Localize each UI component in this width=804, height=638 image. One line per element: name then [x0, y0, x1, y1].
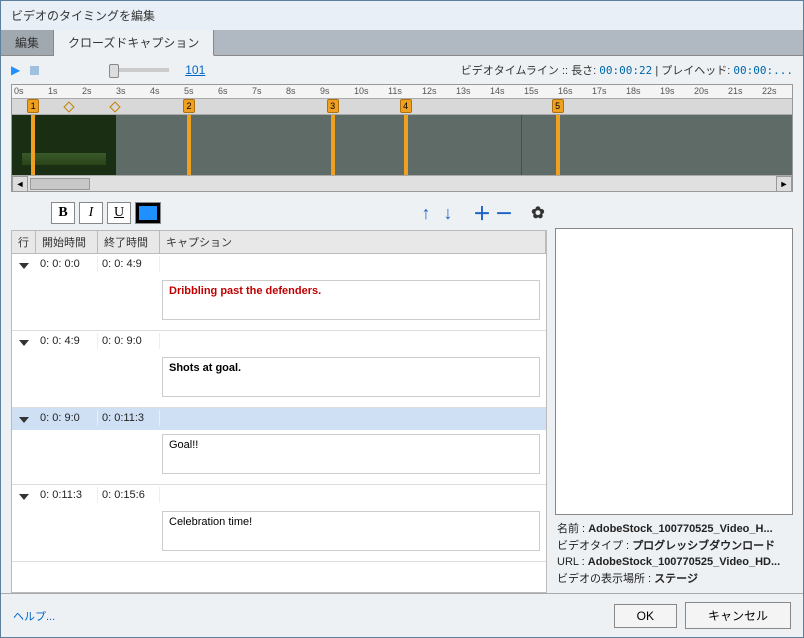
expand-icon[interactable] — [19, 263, 29, 269]
move-up-icon[interactable]: ↑ — [417, 204, 435, 222]
preview-panel — [555, 228, 793, 515]
table-row[interactable]: 0: 0: 0:00: 0: 4:9Dribbling past the def… — [12, 254, 546, 331]
cue-marker[interactable]: 2 — [183, 99, 195, 113]
stop-button[interactable] — [30, 66, 39, 75]
timeline-scrollbar[interactable]: ◄ ► — [12, 175, 792, 191]
table-row[interactable]: 0: 0:11:30: 0:15:6Celebration time! — [12, 485, 546, 562]
expand-icon[interactable] — [19, 494, 29, 500]
ok-button[interactable]: OK — [614, 604, 677, 628]
cue-marker[interactable]: 5 — [552, 99, 564, 113]
expand-icon[interactable] — [19, 340, 29, 346]
table-row[interactable]: 0: 0: 9:00: 0:11:3Goal!! — [12, 408, 546, 485]
timeline-info: ビデオタイムライン :: 長さ: 00:00:22 | プレイヘッド: 00:0… — [461, 62, 793, 78]
cue-marker[interactable]: 4 — [400, 99, 412, 113]
timeline-markers[interactable]: 1 2 3 4 5 — [12, 99, 792, 115]
play-button[interactable]: ▶ — [11, 63, 20, 77]
start-time[interactable]: 0: 0: 0:0 — [36, 256, 98, 272]
remove-icon[interactable]: － — [495, 204, 513, 222]
start-time[interactable]: 0: 0: 4:9 — [36, 333, 98, 349]
underline-button[interactable]: U — [107, 202, 131, 224]
timeline-track[interactable] — [12, 115, 792, 175]
italic-button[interactable]: I — [79, 202, 103, 224]
window-title: ビデオのタイミングを編集 — [1, 1, 803, 30]
cue-marker[interactable]: 3 — [327, 99, 339, 113]
table-row[interactable]: 0: 0: 4:90: 0: 9:0Shots at goal. — [12, 331, 546, 408]
gear-icon[interactable]: ✿ — [529, 204, 547, 222]
bold-button[interactable]: B — [51, 202, 75, 224]
timeline[interactable]: 0s1s2s3s4s5s6s7s8s9s10s11s12s13s14s15s16… — [11, 84, 793, 192]
color-button[interactable] — [135, 202, 161, 224]
caption-toolbar: B I U ↑ ↓ ＋ － ✿ — [11, 200, 547, 230]
end-time[interactable]: 0: 0:11:3 — [98, 410, 160, 426]
end-time[interactable]: 0: 0: 9:0 — [98, 333, 160, 349]
move-down-icon[interactable]: ↓ — [439, 204, 457, 222]
scroll-left[interactable]: ◄ — [12, 176, 28, 192]
expand-icon[interactable] — [19, 417, 29, 423]
tab-edit[interactable]: 編集 — [1, 30, 54, 55]
timeline-ruler: 0s1s2s3s4s5s6s7s8s9s10s11s12s13s14s15s16… — [12, 85, 792, 99]
add-icon[interactable]: ＋ — [473, 204, 491, 222]
keyframe-diamond[interactable] — [109, 101, 120, 112]
help-link[interactable]: ヘルプ... — [13, 608, 55, 624]
end-time[interactable]: 0: 0: 4:9 — [98, 256, 160, 272]
video-metadata: 名前 : AdobeStock_100770525_Video_H... ビデオ… — [555, 515, 793, 593]
cancel-button[interactable]: キャンセル — [685, 602, 791, 629]
caption-text[interactable]: Shots at goal. — [162, 357, 540, 397]
caption-text[interactable]: Goal!! — [162, 434, 540, 474]
zoom-value[interactable]: 101 — [185, 63, 205, 77]
tab-closed-caption[interactable]: クローズドキャプション — [54, 30, 214, 56]
caption-text[interactable]: Dribbling past the defenders. — [162, 280, 540, 320]
caption-grid: 行 開始時間 終了時間 キャプション 0: 0: 0:00: 0: 4:9Dri… — [11, 230, 547, 593]
video-thumbnail — [12, 115, 116, 175]
zoom-slider[interactable] — [109, 68, 169, 72]
caption-text[interactable]: Celebration time! — [162, 511, 540, 551]
start-time[interactable]: 0: 0:11:3 — [36, 487, 98, 503]
tab-bar: 編集 クローズドキャプション — [1, 30, 803, 56]
start-time[interactable]: 0: 0: 9:0 — [36, 410, 98, 426]
scroll-right[interactable]: ► — [776, 176, 792, 192]
scroll-thumb[interactable] — [30, 178, 90, 190]
cue-marker[interactable]: 1 — [27, 99, 39, 113]
playhead-line[interactable] — [521, 115, 522, 175]
grid-header: 行 開始時間 終了時間 キャプション — [12, 231, 546, 254]
keyframe-diamond[interactable] — [64, 101, 75, 112]
end-time[interactable]: 0: 0:15:6 — [98, 487, 160, 503]
